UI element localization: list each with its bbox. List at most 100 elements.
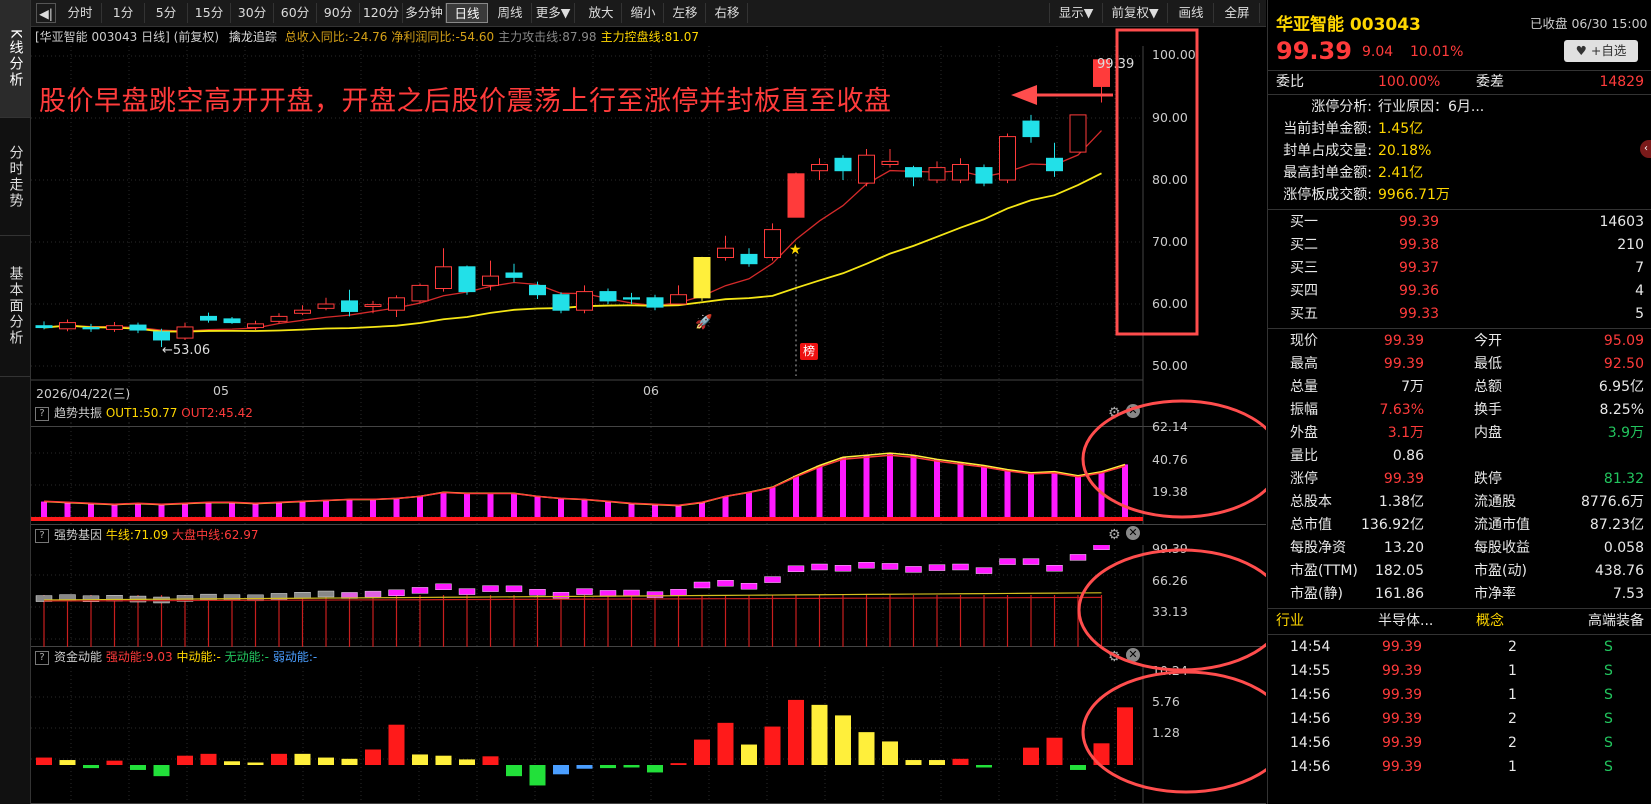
fullscreen-button[interactable]: 全屏	[1215, 3, 1260, 23]
ind2-block	[881, 563, 899, 570]
close-icon[interactable]: ✕	[1126, 404, 1140, 418]
ind3-bar	[318, 757, 334, 765]
ind3-bar	[271, 753, 287, 765]
industry-link[interactable]: 半导体...	[1378, 610, 1433, 632]
close-icon[interactable]: ✕	[1126, 648, 1140, 662]
period-5[interactable]: 30分	[231, 3, 274, 23]
ind1-chart[interactable]	[31, 423, 1266, 525]
ind2-block	[223, 594, 241, 601]
concept-link[interactable]: 高端装备	[1588, 610, 1644, 632]
ind2-block	[317, 590, 335, 598]
ind3-bar	[717, 722, 734, 765]
collapse-icon[interactable]: ◀|	[36, 3, 56, 23]
candle-body	[458, 266, 476, 293]
ind3-bar	[529, 765, 546, 786]
bid-label: 买一	[1290, 214, 1318, 230]
bid-volume: 5	[1635, 306, 1644, 322]
ind2-block	[1046, 565, 1063, 572]
ind2-block	[458, 588, 476, 595]
ind3-bar	[106, 760, 123, 765]
limit-up-value[interactable]: 行业原因：6月...	[1378, 96, 1484, 118]
rank-badge[interactable]: 榜	[800, 343, 818, 360]
ind3-bar	[1046, 737, 1063, 765]
quote-key: 市净率	[1474, 586, 1516, 602]
tick-price: 99.39	[1382, 663, 1423, 679]
help-icon[interactable]: ?	[35, 528, 49, 543]
period-8[interactable]: 120分	[360, 3, 403, 23]
period-6[interactable]: 60分	[274, 3, 317, 23]
ind2-block	[975, 567, 993, 574]
candle-body	[435, 266, 452, 290]
candle-body	[858, 154, 875, 184]
tick-row: 14:56 99.39 1 S	[1268, 756, 1651, 778]
period-2[interactable]: 1分	[102, 3, 145, 23]
period-1[interactable]: 分时	[59, 3, 102, 23]
tab-timeshare[interactable]: 分时走势	[0, 118, 30, 236]
period-7[interactable]: 90分	[317, 3, 360, 23]
high-label: 99.39	[1097, 57, 1135, 72]
adjust-menu[interactable]: 前复权▼	[1103, 3, 1168, 23]
ind3-bar	[412, 754, 428, 765]
quote-row: 总市值 136.92亿 流通市值 87.23亿	[1268, 514, 1651, 536]
gear-icon[interactable]: ⚙	[1108, 527, 1121, 543]
period-9[interactable]: 多分钟	[403, 3, 446, 23]
ind3-header: ? 资金动能 强动能:9.03 中动能:- 无动能:- 弱动能:-	[35, 648, 317, 666]
candle-body	[717, 247, 734, 258]
period-daily[interactable]: 日线	[446, 3, 488, 23]
ind1-bar	[581, 499, 588, 517]
price-tick: 80.00	[1152, 172, 1188, 187]
ind1-bar	[135, 503, 141, 517]
quote-key: 涨停	[1290, 471, 1318, 487]
zoom-in-button[interactable]: 放大	[581, 3, 622, 23]
tab-kline[interactable]: K线分析	[0, 0, 30, 118]
quote-key: 量比	[1290, 448, 1318, 464]
annotation-text: 股价早盘跳空高开开盘，开盘之后股价震荡上行至涨停并封板直至收盘	[39, 86, 892, 117]
tick-volume: 2	[1508, 735, 1517, 751]
candle-body	[646, 297, 664, 308]
quote-value: 0.86	[1392, 448, 1424, 464]
expand-icon[interactable]: ‹	[1640, 140, 1651, 158]
tick-side: S	[1604, 735, 1613, 751]
period-3[interactable]: 5分	[145, 3, 188, 23]
ind1-bar	[323, 500, 329, 517]
header-stat-0: 总收入同比:-24.76	[284, 30, 388, 44]
period-4[interactable]: 15分	[188, 3, 231, 23]
move-left-button[interactable]: 左移	[665, 3, 706, 23]
ind3-bar	[1093, 743, 1110, 765]
bid-row: 买四 99.36 4	[1268, 280, 1651, 302]
move-right-button[interactable]: 右移	[707, 3, 748, 23]
tab-fundamentals[interactable]: 基本面分析	[0, 236, 30, 377]
ind2-chart[interactable]	[31, 545, 1266, 647]
limit-up-row: 最高封单金额: 2.41亿	[1268, 162, 1651, 184]
draw-button[interactable]: 画线	[1169, 3, 1214, 23]
tick-list: 14:54 99.39 2 S 14:55 99.39 1 S 14:56 99.39 1 S 14:5…	[1268, 636, 1651, 804]
quote-value: 3.9万	[1607, 425, 1644, 441]
candle-body	[693, 257, 711, 299]
ind2-block	[764, 576, 781, 583]
ind2-block	[928, 564, 946, 571]
gear-icon[interactable]: ⚙	[1108, 405, 1121, 421]
candle-body	[270, 315, 288, 322]
quote-value: 92.50	[1603, 356, 1644, 372]
period-11[interactable]: 周线	[489, 3, 532, 23]
quote-row: 振幅 7.63% 换手 8.25%	[1268, 399, 1651, 421]
help-icon[interactable]: ?	[35, 650, 49, 665]
quote-value: 81.32	[1603, 471, 1644, 487]
ind3-chart[interactable]	[31, 667, 1266, 804]
help-icon[interactable]: ?	[35, 406, 49, 421]
add-watchlist-button[interactable]: ♥ +自选	[1564, 40, 1638, 62]
close-icon[interactable]: ✕	[1126, 526, 1140, 540]
ind3-bar	[177, 755, 193, 765]
quote-key: 流通市值	[1474, 517, 1530, 533]
zoom-out-button[interactable]: 缩小	[623, 3, 664, 23]
ind1-bar	[840, 457, 846, 517]
ind1-bar	[675, 505, 682, 517]
ind1-header: ? 趋势共振 OUT1:50.77 OUT2:45.42	[35, 404, 253, 422]
rocket-icon: 🚀	[695, 313, 713, 330]
gear-icon[interactable]: ⚙	[1108, 649, 1121, 665]
ind3-bar	[83, 765, 99, 769]
period-more[interactable]: 更多▼	[532, 3, 575, 23]
ind2-block	[952, 563, 969, 571]
bid-label: 买二	[1290, 237, 1318, 253]
display-menu[interactable]: 显示▼	[1049, 3, 1103, 23]
